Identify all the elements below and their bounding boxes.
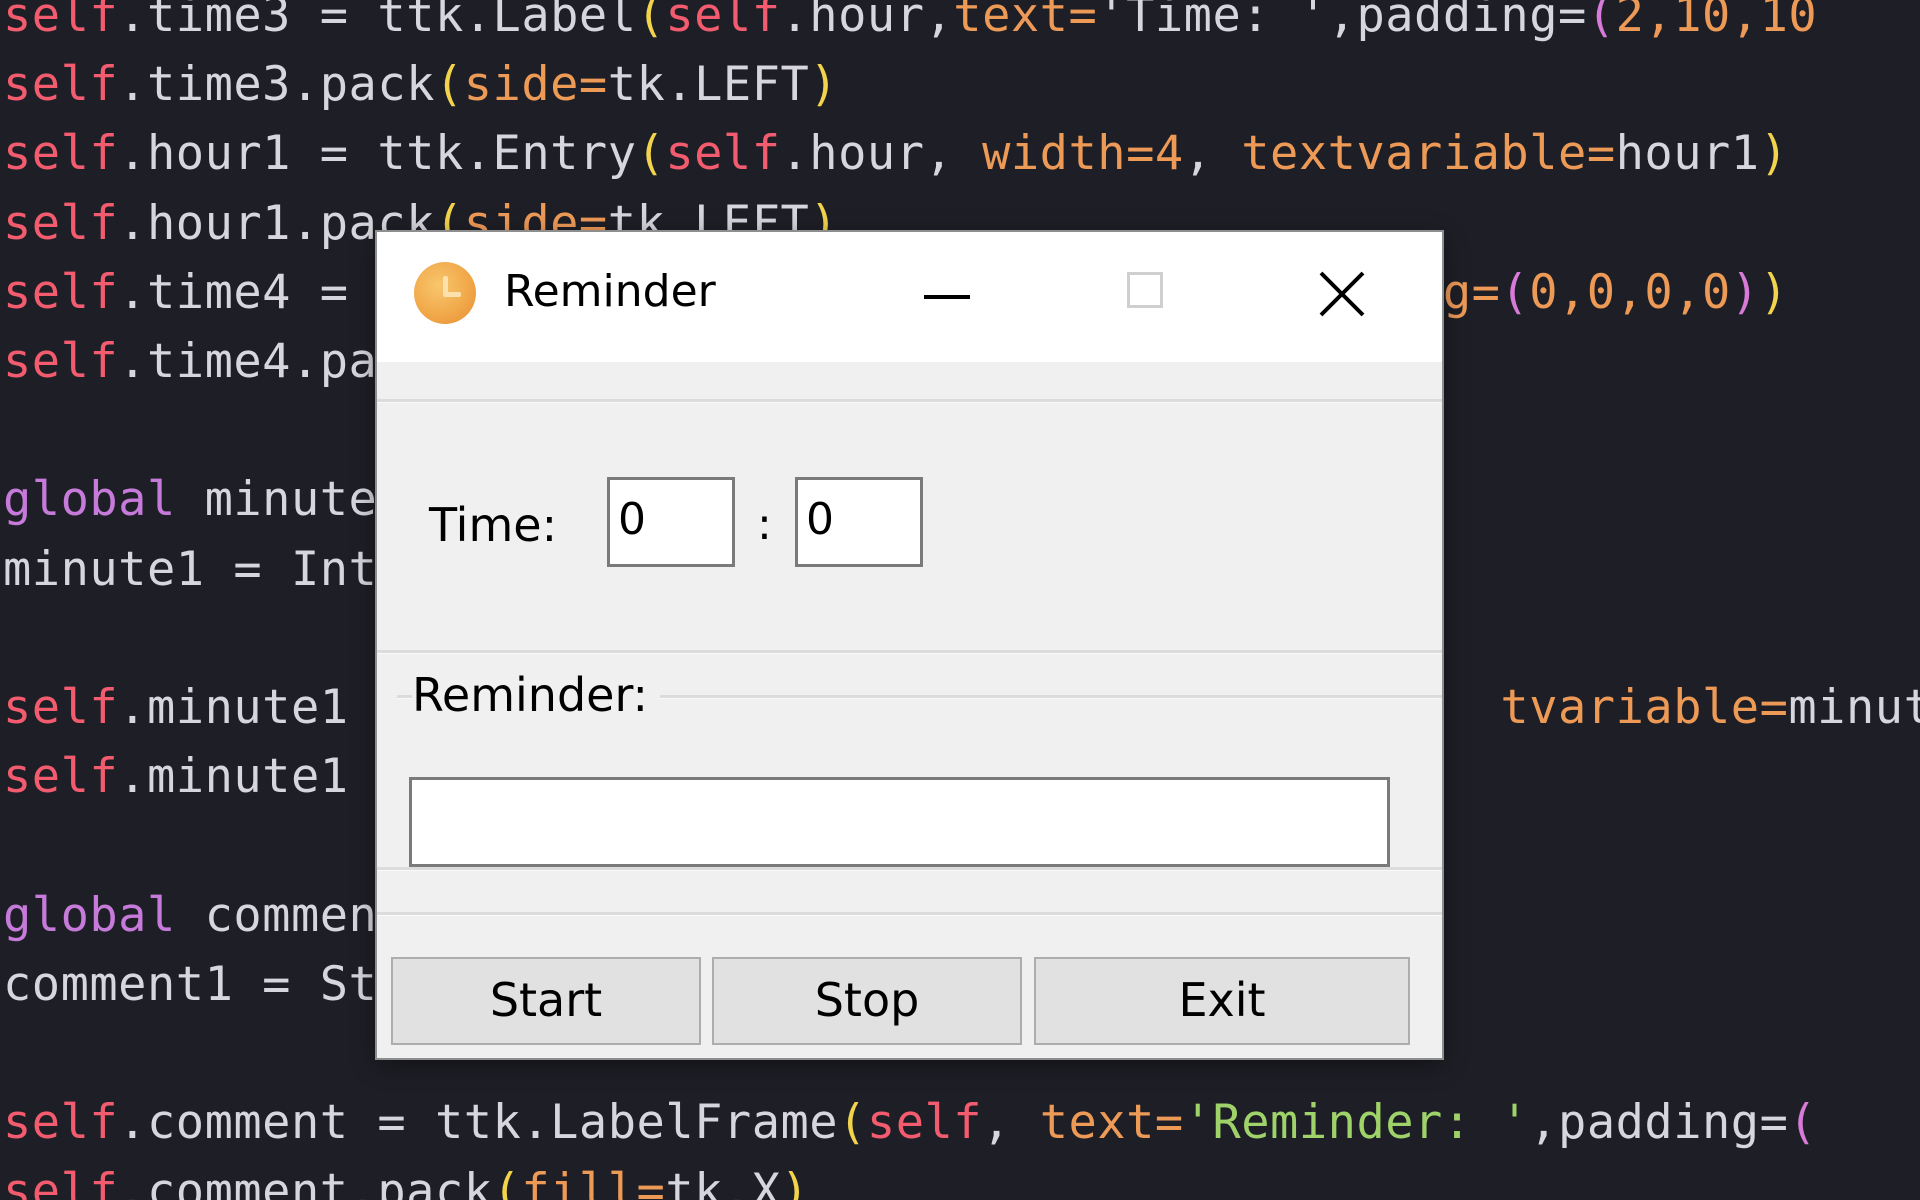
code-line: global minute: [3, 472, 378, 528]
minute-input[interactable]: 0: [795, 477, 923, 567]
code-line: self.time3.pack(side=tk.LEFT): [3, 57, 839, 113]
maximize-button: [1082, 232, 1202, 362]
title-bar[interactable]: Reminder: [377, 232, 1442, 362]
maximize-icon: [1127, 272, 1163, 308]
hour-input[interactable]: 0: [607, 477, 735, 567]
minimize-icon: [924, 295, 970, 299]
clock-icon: [414, 262, 476, 324]
exit-button[interactable]: Exit: [1034, 957, 1410, 1045]
stop-button[interactable]: Stop: [712, 957, 1022, 1045]
reminder-dialog: Reminder Time: 0 : 0 Reminder: Start Sto…: [377, 232, 1442, 1058]
minimize-button[interactable]: [887, 232, 1007, 362]
time-separator-label: :: [757, 499, 772, 550]
time-group-separator: [377, 399, 1442, 403]
window-title: Reminder: [504, 266, 716, 317]
code-line: minute1 = Int: [3, 541, 378, 597]
code-line: self.comment = ttk.LabelFrame(self, text…: [3, 1095, 1818, 1151]
code-line: self.comment.pack(fill=tk.X): [3, 1164, 810, 1200]
close-button[interactable]: [1282, 232, 1402, 362]
reminder-group-bottom-border: [377, 867, 1442, 871]
code-line: self.time3 = ttk.Label(self.hour,text='T…: [3, 0, 1818, 43]
time-label: Time:: [429, 498, 558, 552]
code-line: self.time4.pa: [3, 334, 378, 389]
buttons-group-separator: [377, 912, 1442, 916]
start-button[interactable]: Start: [391, 957, 701, 1045]
code-line: comment1 = St: [3, 956, 378, 1012]
code-line: global commen: [3, 887, 378, 943]
reminder-input[interactable]: [409, 777, 1390, 867]
reminder-frame-label: Reminder:: [412, 667, 661, 723]
code-line: self.hour1 = ttk.Entry(self.hour, width=…: [3, 126, 1789, 182]
code-line: self.minute1: [3, 749, 349, 805]
close-icon: [1319, 271, 1365, 317]
reminder-group-top-border: [377, 650, 1442, 654]
